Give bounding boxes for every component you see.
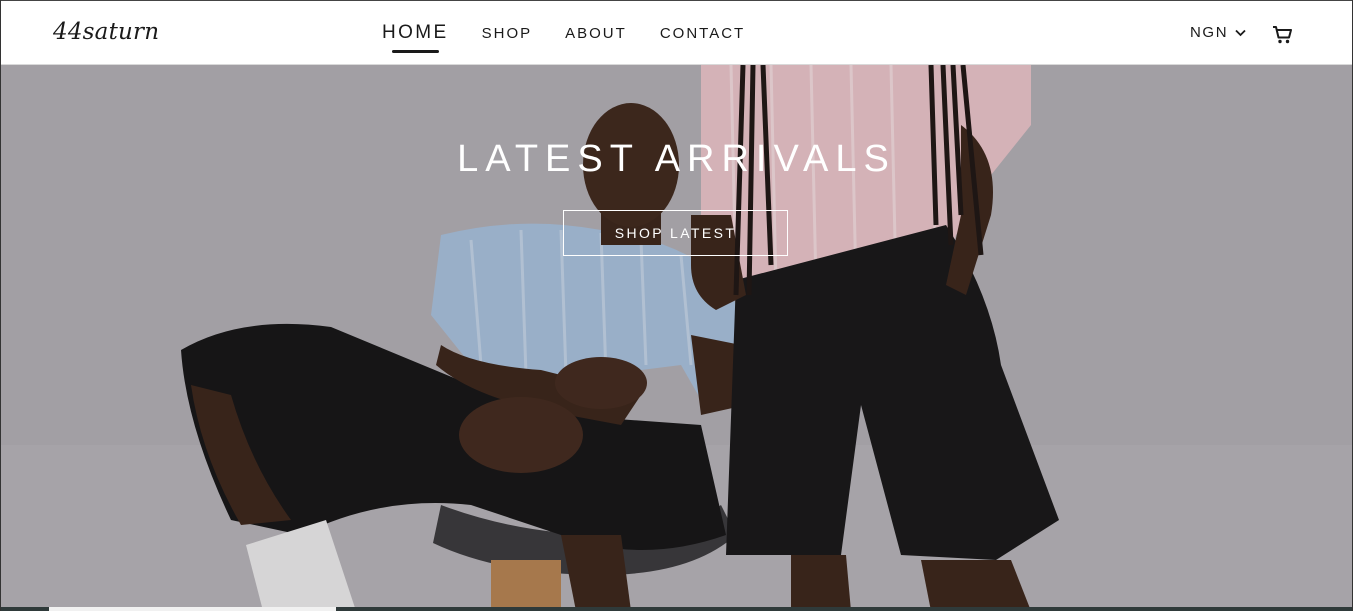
cart-icon [1273, 26, 1292, 44]
page: 44saturn HOME SHOP ABOUT CONTACT NGN LAT… [0, 0, 1353, 611]
nav-item-home[interactable]: HOME [382, 22, 449, 53]
currency-selector[interactable]: NGN [1190, 24, 1246, 41]
site-header: 44saturn HOME SHOP ABOUT CONTACT NGN [1, 0, 1352, 65]
currency-label: NGN [1190, 24, 1229, 41]
nav-item-contact[interactable]: CONTACT [660, 25, 745, 42]
chevron-down-icon [1235, 29, 1246, 36]
main-nav: HOME SHOP ABOUT CONTACT [382, 1, 778, 65]
shop-latest-button[interactable]: SHOP LATEST [563, 210, 788, 256]
hero-title: LATEST ARRIVALS [457, 138, 896, 180]
slider-indicator-active[interactable] [49, 607, 336, 611]
nav-item-shop[interactable]: SHOP [482, 25, 533, 42]
hero-banner: LATEST ARRIVALS SHOP LATEST [1, 65, 1352, 611]
site-logo[interactable]: 44saturn [53, 19, 159, 45]
nav-item-about[interactable]: ABOUT [565, 25, 627, 42]
cart-button[interactable] [1272, 25, 1293, 50]
